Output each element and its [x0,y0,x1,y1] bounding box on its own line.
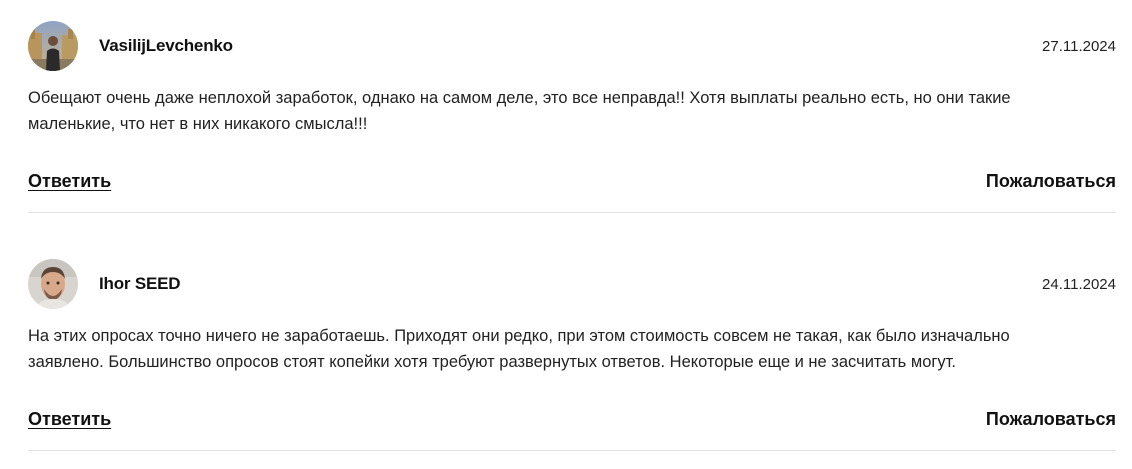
comment-header: VasilijLevchenko 27.11.2024 [28,19,1116,73]
avatar[interactable] [28,21,78,71]
comment-actions: Ответить Пожаловаться [28,171,1116,195]
report-link[interactable]: Пожаловаться [986,409,1116,430]
comment-divider [28,212,1116,213]
avatar[interactable] [28,259,78,309]
comment-text: На этих опросах точно ничего не заработа… [28,327,1010,371]
comment-header: Ihor SEED 24.11.2024 [28,257,1116,311]
user-photo-outdoor-icon [28,21,78,71]
user-photo-portrait-icon [28,259,78,309]
comment-divider [28,450,1116,451]
comment-date: 24.11.2024 [1042,276,1116,293]
comment-author: Ihor SEED [99,274,181,293]
comment-item: VasilijLevchenko 27.11.2024 Обещают очен… [28,19,1116,213]
comment-actions: Ответить Пожаловаться [28,409,1116,433]
comment-item: Ihor SEED 24.11.2024 На этих опросах точ… [28,257,1116,451]
report-link[interactable]: Пожаловаться [986,171,1116,192]
reply-link[interactable]: Ответить [28,409,111,430]
comment-author: VasilijLevchenko [99,36,233,55]
comment-date: 27.11.2024 [1042,38,1116,55]
reply-link[interactable]: Ответить [28,171,111,192]
comment-text: Обещают очень даже неплохой заработок, о… [28,89,1011,133]
comments-list: VasilijLevchenko 27.11.2024 Обещают очен… [0,0,1132,469]
